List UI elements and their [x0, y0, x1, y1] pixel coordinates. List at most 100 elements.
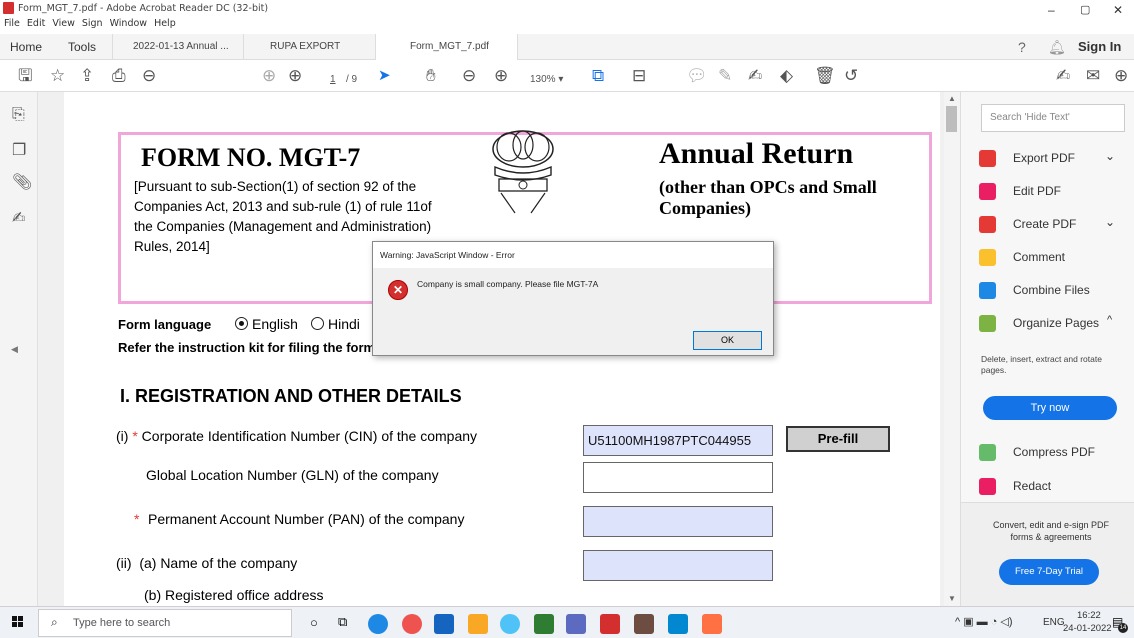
gln-input[interactable]	[583, 462, 773, 493]
required-star: *	[132, 428, 138, 444]
language-indicator[interactable]: ENG	[1043, 617, 1065, 628]
redact-item[interactable]: Redact	[1013, 479, 1051, 493]
comment-item[interactable]: Comment	[1013, 250, 1065, 264]
prefill-button[interactable]: Pre-fill	[786, 426, 890, 452]
next-page-icon[interactable]: ⊕	[288, 66, 302, 86]
company-name-input[interactable]	[583, 550, 773, 581]
create-chevron-icon[interactable]: ⌄	[1105, 215, 1115, 229]
file-explorer-icon[interactable]	[468, 614, 488, 634]
combine-files-item[interactable]: Combine Files	[1013, 283, 1090, 297]
compress-pdf-item[interactable]: Compress PDF	[1013, 445, 1095, 459]
comment-icon[interactable]: 💬︎	[686, 66, 708, 86]
menu-sign[interactable]: Sign	[82, 18, 103, 29]
signature-icon[interactable]: ✍︎	[12, 208, 25, 228]
organize-description: Delete, insert, extract and rotate pages…	[981, 354, 1102, 375]
sign-pen-icon[interactable]: ✍︎	[1056, 66, 1070, 86]
form-number: FORM NO. MGT-7	[141, 143, 361, 172]
menu-help[interactable]: Help	[154, 18, 176, 29]
excel-icon[interactable]	[534, 614, 554, 634]
page-thumbnails-icon[interactable]: ⎘	[12, 106, 25, 124]
organize-collapse-icon[interactable]: ^	[1107, 314, 1112, 326]
acrobat-taskbar-icon[interactable]	[600, 614, 620, 634]
close-button[interactable]: ✕	[1113, 3, 1123, 17]
highlight-pen-icon[interactable]: ✎	[718, 66, 732, 86]
save-icon[interactable]: 🖫	[18, 66, 32, 86]
promo-panel: Convert, edit and e-sign PDF forms & agr…	[961, 502, 1134, 606]
system-tray-icons[interactable]: ^ ▣ ▬ ◔ ◁)	[955, 615, 1013, 628]
windows-start-icon[interactable]	[12, 616, 24, 628]
page-number-input[interactable]: 1	[330, 70, 336, 90]
notification-badge: 14	[1118, 623, 1128, 633]
cortana-icon[interactable]: ○	[310, 615, 318, 630]
zoom-level-select[interactable]: 130% ▾	[530, 70, 563, 90]
minimize-button[interactable]: –	[1048, 3, 1055, 17]
teams-icon[interactable]	[566, 614, 586, 634]
menu-file[interactable]: File	[4, 18, 20, 29]
create-pdf-item[interactable]: Create PDF	[1013, 217, 1076, 231]
tab-tools[interactable]: Tools	[58, 34, 106, 60]
fit-page-icon[interactable]: ⧉	[592, 66, 604, 86]
radio-english-label: English	[252, 316, 298, 332]
bookmark-star-icon[interactable]: ☆	[50, 66, 65, 86]
clock-time[interactable]: 16:22	[1077, 610, 1101, 621]
word-icon[interactable]	[434, 614, 454, 634]
zoom-in-icon[interactable]: ⊕	[494, 66, 508, 86]
hand-tool-icon[interactable]: ✋︎	[426, 66, 436, 86]
scroll-thumb[interactable]	[946, 106, 957, 132]
edge-icon[interactable]	[368, 614, 388, 634]
search-icon: ⌕	[51, 615, 58, 629]
select-cursor-icon[interactable]: ➤	[378, 66, 391, 86]
fill-sign-icon[interactable]: ✍︎	[748, 66, 762, 86]
tab-doc-form-mgt7[interactable]: Form_MGT_7.pdf ×	[376, 34, 518, 78]
collapse-left-arrow-icon[interactable]: ◀	[11, 344, 18, 355]
menu-view[interactable]: View	[52, 18, 75, 29]
maximize-button[interactable]: ▢	[1080, 3, 1090, 16]
cin-input[interactable]: U51100MH1987PTC044955	[583, 425, 773, 456]
try-now-button[interactable]: Try now	[983, 396, 1117, 420]
radio-english[interactable]	[235, 317, 248, 330]
task-view-icon[interactable]: ⧉	[338, 614, 347, 630]
free-trial-button[interactable]: Free 7-Day Trial	[999, 559, 1099, 585]
rotate-icon[interactable]: ↺	[844, 66, 858, 86]
clock-date[interactable]: 24-01-2022	[1063, 623, 1112, 634]
anydesk-icon[interactable]	[702, 614, 722, 634]
add-user-icon[interactable]: ⊕	[1114, 66, 1128, 86]
scroll-down-icon[interactable]: ▼	[948, 594, 956, 603]
tab-doc-annual[interactable]: 2022-01-13 Annual ...	[112, 34, 244, 60]
radio-hindi[interactable]	[311, 317, 324, 330]
print-icon[interactable]: ⎙	[112, 66, 126, 86]
attachment-icon[interactable]: 📎︎	[12, 172, 32, 192]
scroll-mode-icon[interactable]: ⊟	[632, 66, 646, 86]
previous-page-icon[interactable]: ⊕	[262, 66, 276, 86]
menu-edit[interactable]: Edit	[27, 18, 45, 29]
app-grid-icon[interactable]	[634, 614, 654, 634]
delete-icon[interactable]: 🗑︎	[814, 66, 836, 86]
copy-pages-icon[interactable]: ❐	[12, 140, 26, 160]
upload-cloud-icon[interactable]: ⇪	[80, 66, 94, 86]
stamp-icon[interactable]: ⬖	[780, 66, 793, 86]
section-title: I. REGISTRATION AND OTHER DETAILS	[120, 386, 462, 406]
dialog-message: Company is small company. Please file MG…	[417, 279, 599, 289]
export-chevron-icon[interactable]: ⌄	[1105, 149, 1115, 163]
pan-input[interactable]	[583, 506, 773, 537]
ok-button[interactable]: OK	[693, 331, 762, 350]
document-scrollbar[interactable]: ▲ ▼	[944, 92, 960, 606]
menu-window[interactable]: Window	[110, 18, 147, 29]
tab-home[interactable]: Home	[0, 34, 52, 60]
help-icon[interactable]: ?	[1008, 34, 1036, 60]
email-icon[interactable]: ✉	[1086, 66, 1100, 86]
organize-pages-item[interactable]: Organize Pages	[1013, 316, 1099, 330]
chrome-icon[interactable]	[402, 614, 422, 634]
cin-label-row: (i) * Corporate Identification Number (C…	[116, 428, 477, 444]
tab-doc-rupa[interactable]: RUPA EXPORT For...	[244, 34, 376, 78]
export-pdf-item[interactable]: Export PDF	[1013, 151, 1075, 165]
edit-pdf-item[interactable]: Edit PDF	[1013, 184, 1061, 198]
zoom-out-icon[interactable]: ⊖	[462, 66, 476, 86]
calculator-icon[interactable]	[668, 614, 688, 634]
taskbar-search-box[interactable]: ⌕ Type here to search	[38, 609, 292, 637]
zoom-search-icon[interactable]: ⊖	[142, 66, 156, 86]
search-tools-input[interactable]: Search 'Hide Text'	[981, 104, 1125, 132]
scroll-up-icon[interactable]: ▲	[948, 94, 956, 103]
sign-in-button[interactable]: Sign In	[1068, 34, 1131, 60]
ie-icon[interactable]	[500, 614, 520, 634]
